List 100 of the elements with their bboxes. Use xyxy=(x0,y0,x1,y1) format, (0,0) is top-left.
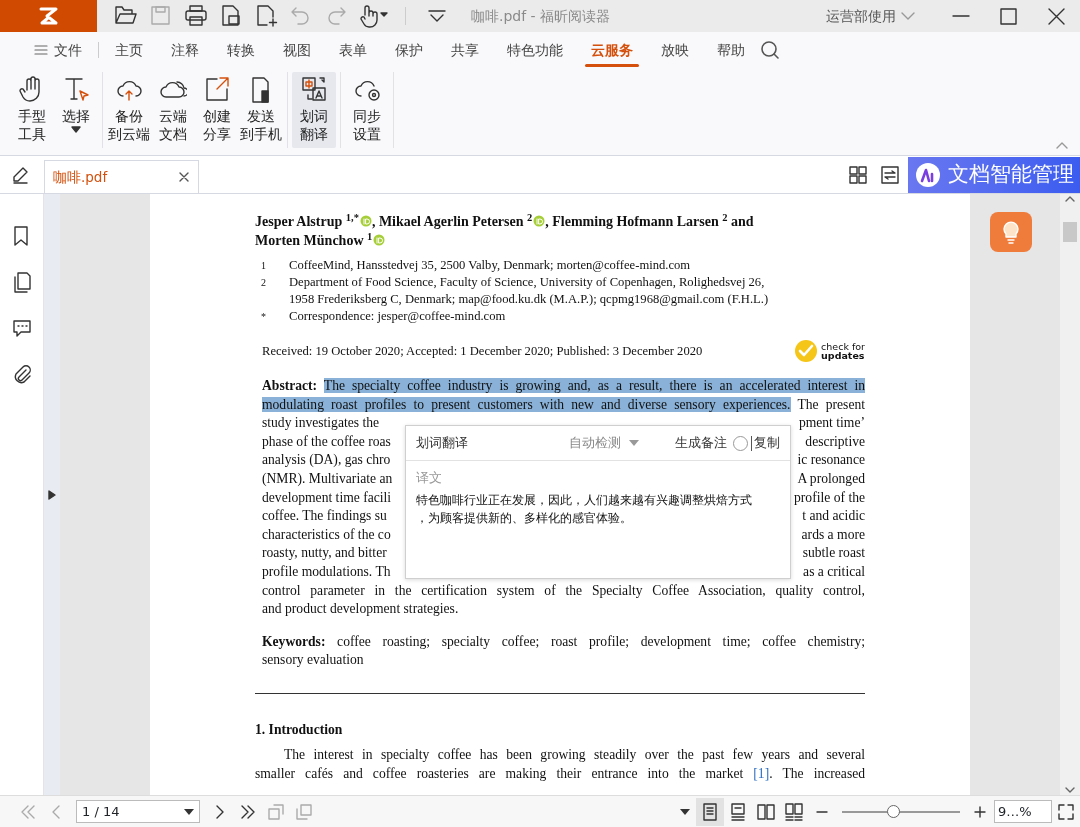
author-name: , Mikael Agerlin Petersen $^{2}$ xyxy=(371,214,533,229)
ribbon-button[interactable]: 手型 工具 xyxy=(10,72,54,148)
paragraph-text: phase of the coffee roas xyxy=(262,432,391,451)
paragraph-line: Keywords: coffee roasting; specialty coffee; roast profile; development time; coffee chemistry; xyxy=(262,632,865,651)
ribbon-button[interactable]: 划词 翻译 xyxy=(292,72,336,148)
menu-tab[interactable]: 帮助 xyxy=(703,32,759,68)
ribbon-button[interactable]: 发送 到手机 xyxy=(239,72,283,148)
document-tab[interactable]: 咖啡.pdf xyxy=(44,160,199,193)
single-page-icon[interactable] xyxy=(700,801,720,822)
footnote-mark: 1 xyxy=(261,259,267,273)
scrollbar-thumb[interactable] xyxy=(1063,222,1077,242)
affiliation-text: CoffeeMind, Hansstedvej 35, 2500 Valby, Denmark; morten@coffee-mind.com xyxy=(289,257,692,274)
paragraph-text: t and acidic xyxy=(802,507,865,526)
logo-icon xyxy=(37,6,60,26)
author-name: Morten Münchow $^{1}$ xyxy=(255,233,373,248)
close-icon[interactable] xyxy=(178,171,190,183)
ribbon-button[interactable]: 选择 xyxy=(54,72,98,148)
menu-tab[interactable]: 注释 xyxy=(157,32,213,68)
paragraph-text: coffee. The findings su xyxy=(262,507,387,526)
paragraph-text: development time facili xyxy=(262,488,392,507)
copy-button[interactable]: 复制 xyxy=(754,433,780,453)
author-name: , Flemming Hofmann Larsen $^{2}$ and xyxy=(545,214,754,229)
caret-icon xyxy=(184,808,194,815)
scroll-up-icon[interactable] xyxy=(1064,194,1076,204)
scroll-down-icon[interactable] xyxy=(1064,785,1076,795)
search-icon[interactable] xyxy=(759,39,781,61)
caret-icon xyxy=(629,440,639,446)
paragraph-text: profile modulations. Th xyxy=(262,562,391,581)
print-icon[interactable] xyxy=(183,3,209,29)
collapse-ribbon-icon[interactable] xyxy=(1056,141,1068,149)
menu-tab[interactable]: 放映 xyxy=(647,32,703,68)
menu-tab[interactable]: 表单 xyxy=(325,32,381,68)
two-page-icon[interactable] xyxy=(756,801,776,822)
zoom-slider-thumb[interactable] xyxy=(886,804,900,818)
paragraph-text: (NMR). Multivariate an xyxy=(262,469,393,488)
caret-icon[interactable] xyxy=(680,808,690,815)
paragraph-text: ards a more xyxy=(801,525,865,544)
ai-banner[interactable]: 文档智能管理 xyxy=(908,157,1080,193)
paragraph-line: Abstract: The specialty coffee industry is growing and, as a result, there is an accelerated interest in xyxy=(262,377,865,395)
paragraph-text: subtle roast xyxy=(802,544,865,563)
zoom-field[interactable]: 9…% xyxy=(994,800,1052,823)
paragraph-text: A prolonged xyxy=(797,469,865,488)
menu-tab[interactable]: 云服务 xyxy=(577,32,647,68)
page-number-field[interactable]: 1 / 14 xyxy=(76,800,200,823)
swap-icon[interactable] xyxy=(880,164,900,185)
continuous-page-icon[interactable] xyxy=(728,801,748,822)
paragraph-text: roasty, nutty, and bitter xyxy=(262,544,387,563)
menu-tab[interactable]: 转换 xyxy=(213,32,269,68)
check-updates-text[interactable]: check for updates xyxy=(821,342,865,360)
menu-tab[interactable]: 特色功能 xyxy=(493,32,577,68)
paragraph-text: as a critical xyxy=(803,562,865,581)
menu-tab[interactable]: 保护 xyxy=(381,32,437,68)
paragraph-line: sensory evaluation xyxy=(262,651,365,670)
author-name: Jesper Alstrup $^{1,*}$ xyxy=(255,214,359,229)
language-dropdown[interactable]: 自动检测 xyxy=(569,433,639,453)
ribbon-button[interactable]: 创建 分享 xyxy=(195,72,239,148)
translate-icon xyxy=(300,75,328,103)
note-button[interactable]: 生成备注 xyxy=(675,433,727,453)
menu-tab[interactable]: 文件 xyxy=(20,32,96,68)
ribbon-button[interactable]: 同步 设置 xyxy=(345,72,389,148)
menu-tab[interactable]: 视图 xyxy=(269,32,325,68)
paragraph-text: profile of the xyxy=(794,488,865,507)
account-name[interactable]: 运营部使用 xyxy=(826,5,896,27)
paragraph-text: descriptive xyxy=(805,432,865,451)
menu-tab[interactable]: 主页 xyxy=(101,32,157,68)
two-page-continuous-icon[interactable] xyxy=(784,801,804,822)
affiliation-text: Department of Food Science, Faculty of Science, University of Copenhagen, Rolighedsvej 26, 1958 Frederiksberg C, Denmark; map@food.ku.dk (M.A.P.); qcpmg1968@gmail.com (F.H.L.) xyxy=(289,274,770,308)
popup-title: 划词翻译 xyxy=(416,433,468,452)
paragraph-line: modulating roast profiles to present customers with new and diverse sensory experiences. The present xyxy=(262,395,865,414)
menu-icon xyxy=(34,44,48,56)
maximize-icon[interactable] xyxy=(997,5,1019,27)
grid-view-icon[interactable] xyxy=(848,164,868,185)
result-label: 译文 xyxy=(416,469,443,487)
dates-text: Received: 19 October 2020; Accepted: 1 December 2020; Published: 3 December 2020 xyxy=(262,342,703,360)
scrollbar[interactable] xyxy=(1060,194,1080,795)
fullscreen-icon[interactable] xyxy=(1056,801,1076,822)
paragraph-line: The interest in specialty coffee has been growing steadily over the past few years and several xyxy=(283,746,865,765)
paragraph-line: smaller cafés and coffee roasteries are making their entrance into the market [1]. The increased xyxy=(255,764,865,783)
section-heading: 1. Introduction xyxy=(255,720,344,739)
paragraph-text: analysis (DA), gas chro xyxy=(262,451,391,470)
check-badge-icon xyxy=(794,339,819,363)
paragraph-line: and product development strategies. xyxy=(262,600,460,619)
ribbon-button[interactable]: 云端 文档 xyxy=(151,72,195,148)
expand-panel-icon[interactable] xyxy=(48,489,56,500)
paragraph-text: pment time’ xyxy=(798,414,865,433)
paragraph-text: ic resonance xyxy=(797,451,865,470)
assistant-button[interactable] xyxy=(990,212,1032,252)
paragraph-line: control parameter in the certification system of the Specialty Coffee Association, quality control, xyxy=(262,581,865,600)
ribbon-button[interactable]: 备份 到云端 xyxy=(107,72,151,148)
footnote-mark: 2 xyxy=(261,276,267,290)
share-out-icon xyxy=(203,75,231,103)
paragraph-text: characteristics of the co xyxy=(262,525,391,544)
paragraph-text: study investigates the xyxy=(262,414,380,433)
affiliation-text: Correspondence: jesper@coffee-mind.com xyxy=(289,308,507,325)
ai-logo-icon xyxy=(914,161,942,189)
text-select-icon xyxy=(62,75,90,103)
menu-tab[interactable]: 共享 xyxy=(437,32,493,68)
window-title: 咖啡.pdf - 福昕阅读器 xyxy=(471,6,611,26)
touch-mode-icon[interactable] xyxy=(357,3,389,29)
translation-text: 特色咖啡行业正在发展，因此，人们越来越有兴趣调整烘焙方式 ，为顾客提供新的、多样化的感官体验。 xyxy=(416,491,753,527)
